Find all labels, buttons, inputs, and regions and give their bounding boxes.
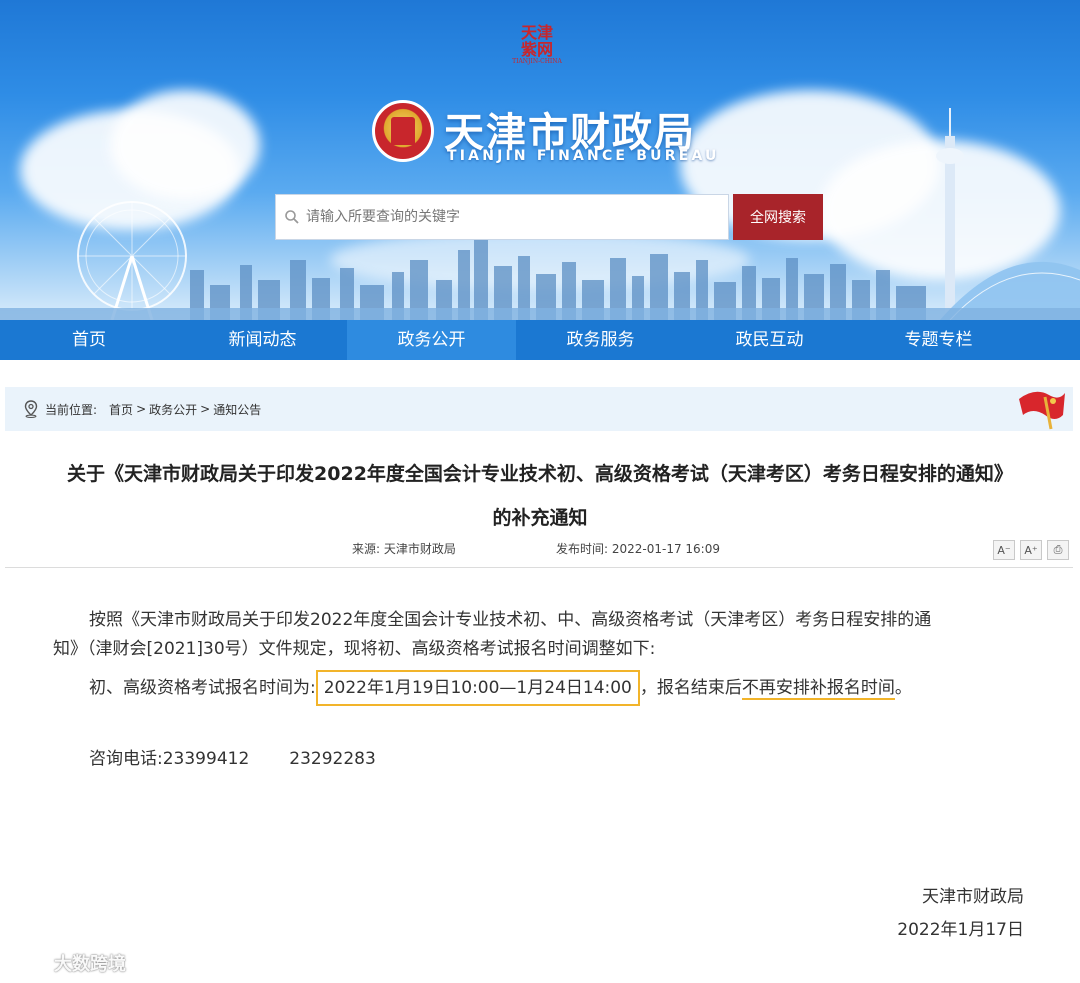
- sign-date: 2022年1月17日: [897, 920, 1024, 940]
- nav-item-government-affairs[interactable]: 政务公开: [347, 320, 516, 360]
- breadcrumb: 当前位置: 首页 > 政务公开 > 通知公告: [5, 387, 1073, 431]
- breadcrumb-link-home[interactable]: 首页: [109, 401, 133, 418]
- nav-item-services[interactable]: 政务服务: [516, 320, 685, 360]
- article-source: 来源: 天津市财政局: [352, 542, 456, 556]
- main-nav: 首页 新闻动态 政务公开 政务服务 政民互动 专题专栏: [0, 320, 1080, 360]
- paragraph-1-line-2: 知》（津财会[2021]30号）文件规定，现将初、高级资格考试报名时间调整如下:: [53, 639, 656, 659]
- search-input[interactable]: [306, 197, 706, 237]
- phone-label: 咨询电话:: [89, 749, 163, 769]
- red-flag-icon: [1019, 391, 1065, 430]
- registration-note: ，报名结束后: [639, 678, 742, 698]
- font-decrease-button[interactable]: A⁻: [993, 540, 1015, 560]
- city-skyline-illustration: [0, 230, 1080, 320]
- registration-time-label: 初、高级资格考试报名时间为:: [89, 678, 316, 698]
- phone-number-1: 23399412: [162, 749, 250, 769]
- paragraph-2-end: 。: [894, 678, 912, 698]
- site-subtitle: TIANJIN FINANCE BUREAU: [447, 148, 720, 164]
- article-meta: 来源: 天津市财政局 发布时间: 2022-01-17 16:09: [0, 540, 1080, 558]
- search-button[interactable]: 全网搜索: [733, 194, 823, 240]
- print-button[interactable]: ⎙: [1047, 540, 1069, 560]
- bureau-emblem-icon: [372, 100, 434, 162]
- no-late-registration-note: 不再安排补报名时间: [741, 678, 895, 700]
- phone-line: 咨询电话:23399412 23292283: [89, 745, 376, 774]
- search-icon: [285, 210, 299, 224]
- seal-subtext: TIANJIN-CHINA: [512, 58, 562, 65]
- article-title-line-2: 的补充通知: [492, 507, 588, 529]
- article-title-line-1: 关于《天津市财政局关于印发2022年度全国会计专业技术初、高级资格考试（天津考区…: [67, 463, 1013, 485]
- emblem-mark: [391, 117, 415, 145]
- breadcrumb-separator: >: [136, 402, 147, 416]
- paragraph-2: 初、高级资格考试报名时间为: 2022年1月19日10:00—1月24日14:00…: [89, 670, 912, 706]
- phone-number-2: 23292283: [289, 749, 376, 769]
- cloud-decoration: [110, 90, 260, 200]
- breadcrumb-current-notices[interactable]: 通知公告: [213, 401, 261, 418]
- watermark-text: 大数跨境: [54, 954, 126, 975]
- article-title: 关于《天津市财政局关于印发2022年度全国会计专业技术初、高级资格考试（天津考区…: [0, 452, 1080, 540]
- nav-item-special-topics[interactable]: 专题专栏: [854, 320, 1023, 360]
- breadcrumb-label: 当前位置:: [45, 402, 98, 417]
- font-increase-button[interactable]: A⁺: [1020, 540, 1042, 560]
- watermark: 大数跨境: [10, 950, 126, 976]
- registration-time-highlight: 2022年1月19日10:00—1月24日14:00: [315, 670, 640, 706]
- signer: 天津市财政局: [922, 887, 1024, 907]
- article-publish-time: 发布时间: 2022-01-17 16:09: [556, 542, 720, 556]
- nav-item-home[interactable]: 首页: [0, 320, 178, 360]
- location-pin-icon: [24, 400, 38, 418]
- article-tools: A⁻ A⁺ ⎙: [993, 540, 1069, 560]
- seal-text: 天津紫网: [520, 23, 553, 59]
- breadcrumb-separator: >: [200, 402, 211, 416]
- nav-item-interaction[interactable]: 政民互动: [685, 320, 854, 360]
- paragraph-1-line-1: 按照《天津市财政局关于印发2022年度全国会计专业技术初、中、高级资格考试（天津…: [89, 610, 932, 630]
- watermark-logo-icon: [10, 954, 46, 972]
- seal-logo: 天津紫网 TIANJIN-CHINA: [510, 24, 564, 82]
- nav-item-news[interactable]: 新闻动态: [178, 320, 347, 360]
- header-banner: 天津紫网 TIANJIN-CHINA 天津市财政局 TIANJIN FINANC…: [0, 0, 1080, 320]
- divider: [5, 567, 1073, 568]
- breadcrumb-link-government-affairs[interactable]: 政务公开: [149, 401, 197, 418]
- search-box: [275, 194, 729, 240]
